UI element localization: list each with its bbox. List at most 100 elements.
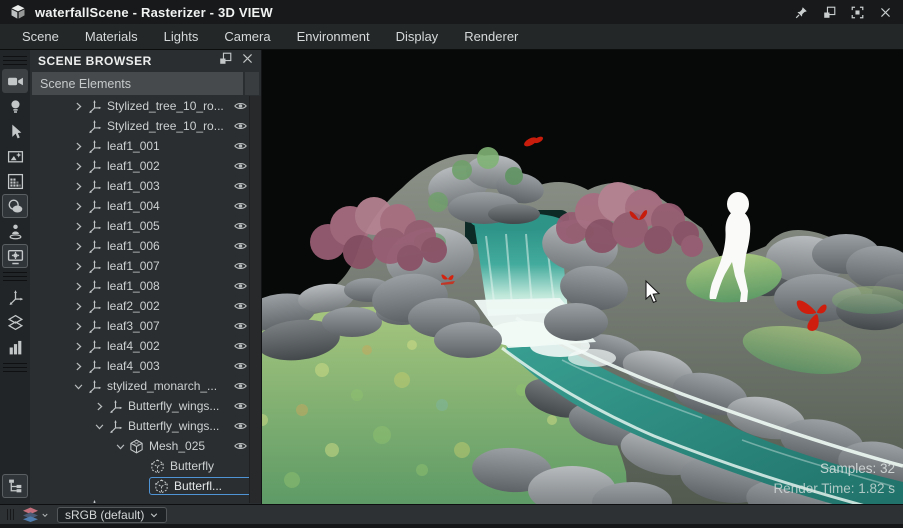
visibility-eye-icon[interactable]: [233, 359, 248, 373]
chevron-right-icon[interactable]: [70, 278, 86, 294]
visibility-eye-icon[interactable]: [233, 279, 248, 293]
filter-options-button[interactable]: [245, 72, 259, 95]
visibility-eye-icon[interactable]: [233, 99, 248, 113]
color-profile-dropdown[interactable]: sRGB (default): [57, 506, 167, 523]
chevron-right-icon[interactable]: [70, 198, 86, 214]
environment-image-button[interactable]: [2, 144, 28, 168]
visibility-eye-icon[interactable]: [233, 399, 248, 413]
color-layers-button[interactable]: [21, 507, 49, 522]
hierarchy-button[interactable]: [2, 474, 28, 498]
tree-item-leaf2-002[interactable]: leaf2_002: [30, 296, 262, 316]
visibility-eye-icon[interactable]: [233, 379, 248, 393]
transform-icon: [86, 338, 103, 354]
menu-camera[interactable]: Camera: [211, 24, 283, 49]
menu-scene[interactable]: Scene: [9, 24, 72, 49]
material-sphere-icon: [7, 198, 24, 215]
render-settings-button[interactable]: [2, 244, 28, 268]
chevron-right-icon[interactable]: [70, 238, 86, 254]
tree-item-butterfly-wings[interactable]: Butterfly_wings...: [30, 396, 262, 416]
tree-item-leaf1-004[interactable]: leaf1_004: [30, 196, 262, 216]
visibility-eye-icon[interactable]: [233, 439, 248, 453]
close-icon[interactable]: [875, 3, 895, 21]
bottom-bar-drag-handle[interactable]: [7, 509, 14, 520]
tree-item-stylized-monarch[interactable]: stylized_monarch_...: [30, 376, 262, 396]
tree-item-label: leaf1_006: [107, 239, 160, 253]
chevron-down-icon[interactable]: [91, 418, 107, 434]
tree-item-leaf1-006[interactable]: leaf1_006: [30, 236, 262, 256]
tree-item-stylized-tree-10-ro[interactable]: Stylized_tree_10_ro...: [30, 116, 262, 136]
chevron-right-icon[interactable]: [70, 218, 86, 234]
chevron-down-icon[interactable]: [70, 378, 86, 394]
tree-item-leaf4-002[interactable]: leaf4_002: [30, 336, 262, 356]
visibility-eye-icon[interactable]: [233, 219, 248, 233]
chevron-right-icon[interactable]: [91, 398, 107, 414]
tree-item-partial[interactable]: [30, 496, 262, 503]
layers-diamond-button[interactable]: [2, 310, 28, 334]
visibility-eye-icon[interactable]: [233, 239, 248, 253]
chevron-right-icon[interactable]: [70, 318, 86, 334]
chevron-right-icon[interactable]: [70, 258, 86, 274]
scene-elements-filter-input[interactable]: [32, 72, 243, 95]
tree-item-leaf1-003[interactable]: leaf1_003: [30, 176, 262, 196]
tree-item-stylized-tree-10-ro[interactable]: Stylized_tree_10_ro...: [30, 96, 262, 116]
tree-item-label: Mesh_025: [149, 439, 206, 453]
tree-item-butterfly-wings[interactable]: Butterfly_wings...: [30, 416, 262, 436]
bar-chart-button[interactable]: [2, 335, 28, 359]
menu-display[interactable]: Display: [383, 24, 452, 49]
texture-dither-button[interactable]: [2, 169, 28, 193]
chevron-right-icon[interactable]: [70, 178, 86, 194]
tree-item-butterfl[interactable]: Butterfl...: [30, 476, 262, 496]
menu-lights[interactable]: Lights: [151, 24, 212, 49]
tree-item-leaf1-007[interactable]: leaf1_007: [30, 256, 262, 276]
tree-item-mesh-025[interactable]: Mesh_025: [30, 436, 262, 456]
restore-window-icon[interactable]: [819, 3, 839, 21]
transform-icon: [86, 258, 103, 274]
chevron-right-icon[interactable]: [70, 98, 86, 114]
visibility-eye-icon[interactable]: [233, 499, 248, 503]
visibility-eye-icon[interactable]: [233, 299, 248, 313]
panel-restore-icon[interactable]: [219, 52, 232, 70]
viewport-3d[interactable]: Samples: 32 Render Time: 1.82 s: [262, 50, 903, 504]
menu-materials[interactable]: Materials: [72, 24, 151, 49]
chevron-right-icon[interactable]: [70, 358, 86, 374]
pin-icon[interactable]: [791, 3, 811, 21]
visibility-eye-icon[interactable]: [233, 319, 248, 333]
select-cursor-button[interactable]: [2, 119, 28, 143]
light-bulb-button[interactable]: [2, 94, 28, 118]
rename-field[interactable]: Butterfl...: [149, 477, 255, 495]
tree-item-leaf1-008[interactable]: leaf1_008: [30, 276, 262, 296]
visibility-eye-icon[interactable]: [233, 419, 248, 433]
avatar-turntable-button[interactable]: [2, 219, 28, 243]
visibility-eye-icon[interactable]: [233, 159, 248, 173]
menu-environment[interactable]: Environment: [284, 24, 383, 49]
tree-item-leaf1-005[interactable]: leaf1_005: [30, 216, 262, 236]
visibility-eye-icon[interactable]: [233, 139, 248, 153]
visibility-eye-icon[interactable]: [233, 119, 248, 133]
video-camera-button[interactable]: [2, 69, 28, 93]
tree-scrollbar[interactable]: [249, 96, 261, 503]
chevron-right-icon[interactable]: [70, 298, 86, 314]
tree-item-butterfly[interactable]: Butterfly: [30, 456, 262, 476]
light-bulb-icon: [7, 98, 24, 115]
tree-item-leaf1-001[interactable]: leaf1_001: [30, 136, 262, 156]
panel-close-icon[interactable]: [241, 52, 254, 70]
visibility-eye-icon[interactable]: [233, 259, 248, 273]
chevron-right-icon[interactable]: [70, 338, 86, 354]
menu-renderer[interactable]: Renderer: [451, 24, 531, 49]
tree-item-leaf3-007[interactable]: leaf3_007: [30, 316, 262, 336]
chevron-down-icon[interactable]: [112, 438, 128, 454]
visibility-eye-icon[interactable]: [233, 339, 248, 353]
tree-item-leaf4-003[interactable]: leaf4_003: [30, 356, 262, 376]
maximize-icon[interactable]: [847, 3, 867, 21]
transform-gizmo-button[interactable]: [2, 285, 28, 309]
visibility-eye-icon[interactable]: [233, 179, 248, 193]
material-sphere-button[interactable]: [2, 194, 28, 218]
chevron-right-icon[interactable]: [70, 138, 86, 154]
tree-item-label: Butterfly_wings...: [128, 419, 220, 433]
visibility-eye-icon[interactable]: [233, 199, 248, 213]
tree-item-leaf1-002[interactable]: leaf1_002: [30, 156, 262, 176]
transform-icon: [86, 178, 103, 194]
chevron-right-icon[interactable]: [70, 158, 86, 174]
title-bar: waterfallScene - Rasterizer - 3D VIEW: [0, 0, 903, 24]
